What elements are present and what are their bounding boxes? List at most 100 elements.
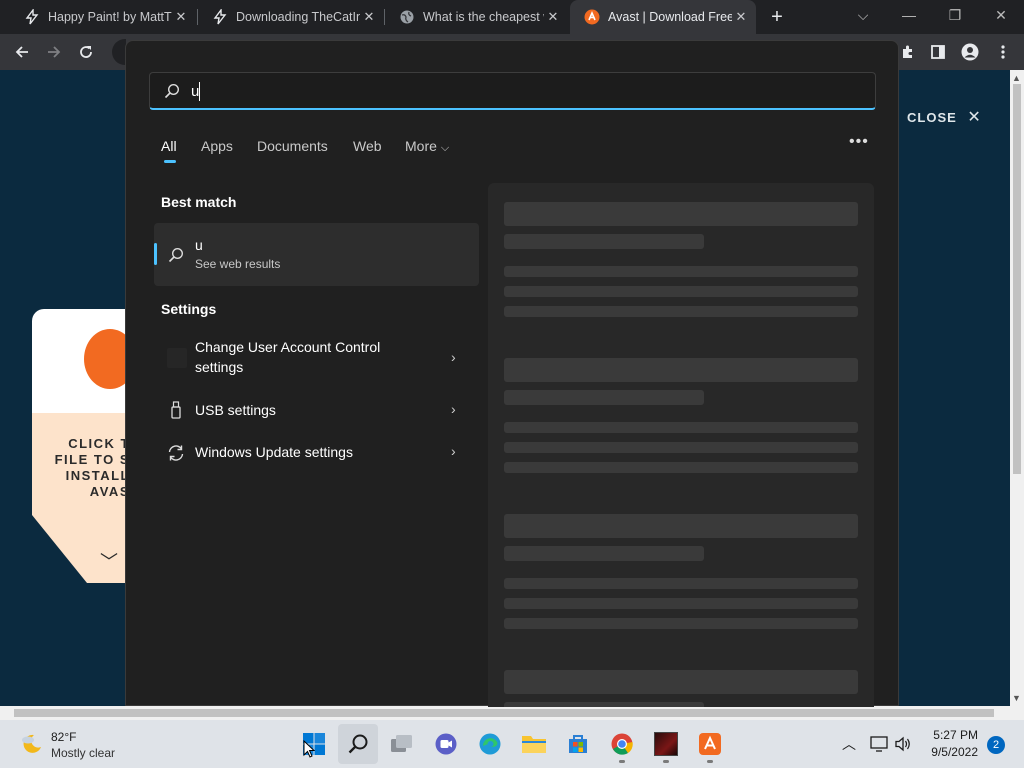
address-bar[interactable]: [112, 39, 126, 65]
close-overlay-link[interactable]: CLOSE ✕: [907, 107, 982, 127]
settings-item-uac[interactable]: Change User Account Control settings ›: [154, 331, 479, 387]
more-options-ellipsis-icon[interactable]: •••: [849, 133, 869, 151]
search-icon: [168, 247, 184, 263]
side-panel-icon[interactable]: [923, 34, 953, 70]
task-view-icon: [391, 735, 412, 752]
filter-all[interactable]: All: [161, 138, 177, 154]
settings-item-usb[interactable]: USB settings ›: [154, 393, 479, 429]
bolt-icon: [24, 9, 40, 25]
tab-close-icon[interactable]: ✕: [732, 9, 750, 25]
tab-happy-paint[interactable]: Happy Paint! by MattTi ✕: [10, 0, 196, 34]
moon-cloud-icon: [22, 734, 41, 753]
microsoft-store-button[interactable]: [558, 724, 598, 764]
settings-item-label: Windows Update settings: [195, 444, 353, 460]
search-icon: [348, 734, 368, 754]
scroll-down-arrow-icon[interactable]: ▼: [1012, 693, 1021, 703]
text-cursor: [199, 82, 200, 101]
filter-apps[interactable]: Apps: [201, 138, 233, 154]
minimize-button[interactable]: —: [886, 0, 932, 30]
clock-time: 5:27 PM: [933, 728, 978, 742]
volume-icon[interactable]: [894, 736, 912, 752]
back-arrow-icon: [15, 46, 28, 58]
page-vertical-scroll-thumb[interactable]: [1013, 84, 1021, 474]
edge-button[interactable]: [470, 724, 510, 764]
tab-avast[interactable]: Avast | Download Free ✕: [570, 0, 756, 34]
tab-search-chevron-icon[interactable]: ⌵: [840, 0, 886, 30]
forward-button[interactable]: [39, 34, 69, 70]
task-view-button[interactable]: [382, 724, 422, 764]
store-bag-icon: [569, 735, 587, 753]
page-horizontal-scroll-thumb[interactable]: [14, 709, 994, 717]
settings-item-label: Change User Account Control: [195, 339, 381, 355]
browser-tab-strip: Happy Paint! by MattTi ✕ Downloading The…: [0, 0, 1024, 34]
tab-title: What is the cheapest w: [423, 10, 544, 24]
folder-icon: [522, 736, 546, 753]
teams-chat-icon: [435, 733, 457, 755]
skeleton-bar: [504, 578, 858, 589]
skeleton-bar: [504, 202, 858, 226]
weather-description: Mostly clear: [51, 746, 116, 760]
close-label: CLOSE: [907, 110, 957, 125]
settings-item-label: USB settings: [195, 402, 276, 418]
chevron-down-icon: ⌵: [440, 142, 450, 154]
weather-widget[interactable]: 82°F Mostly clear: [8, 724, 128, 764]
file-explorer-button[interactable]: [514, 724, 554, 764]
taskbar-search-button[interactable]: [338, 724, 378, 764]
restore-button[interactable]: ❐: [932, 0, 978, 30]
notification-badge[interactable]: 2: [987, 736, 1005, 754]
close-window-button[interactable]: ✕: [978, 0, 1024, 30]
back-button[interactable]: [7, 34, 37, 70]
skeleton-bar: [504, 462, 858, 473]
chevron-down-icon: ﹀: [100, 552, 118, 572]
skeleton-bar: [504, 306, 858, 317]
new-tab-button[interactable]: +: [764, 6, 790, 28]
show-hidden-icons-chevron-icon[interactable]: ︿: [842, 734, 856, 754]
tab-close-icon[interactable]: ✕: [360, 9, 378, 25]
reload-icon: [80, 46, 92, 58]
best-match-subtitle: See web results: [195, 257, 281, 271]
tab-title: Happy Paint! by MattTi: [48, 10, 172, 24]
skeleton-bar: [504, 234, 704, 249]
teams-chat-button[interactable]: [426, 724, 466, 764]
tab-title: Downloading TheCatIn: [236, 10, 360, 24]
tab-close-icon[interactable]: ✕: [172, 9, 190, 25]
best-match-web-result[interactable]: u See web results: [154, 223, 479, 286]
settings-item-windows-update[interactable]: Windows Update settings ›: [154, 435, 479, 471]
skeleton-bar: [504, 358, 858, 382]
filter-web[interactable]: Web: [353, 138, 382, 154]
settings-item-label-line2: settings: [195, 359, 244, 375]
windows-search-flyout: u All Apps Documents Web More ⌵ ••• Best …: [125, 40, 899, 707]
skeleton-bar: [504, 442, 858, 453]
chevron-right-icon: ›: [451, 401, 456, 417]
network-monitor-icon[interactable]: [870, 736, 888, 752]
game-app-button[interactable]: [646, 724, 686, 764]
filter-more[interactable]: More ⌵: [405, 138, 449, 155]
reload-button[interactable]: [71, 34, 101, 70]
skeleton-bar: [504, 670, 858, 694]
avast-card-instructions: CLICK T FILE TO S INSTALL AVAS: [54, 436, 130, 499]
avast-installer-button[interactable]: [690, 724, 730, 764]
skeleton-bar: [504, 514, 858, 538]
clock[interactable]: 5:27 PM 9/5/2022: [918, 728, 978, 759]
kebab-menu-icon[interactable]: [988, 34, 1018, 70]
search-icon: [164, 83, 180, 99]
skeleton-bar: [504, 266, 858, 277]
preview-pane-loading: [488, 183, 874, 707]
search-input[interactable]: u: [149, 72, 876, 110]
tab-cheapest[interactable]: What is the cheapest w ✕: [385, 0, 568, 34]
skeleton-bar: [504, 598, 858, 609]
scroll-up-arrow-icon[interactable]: ▲: [1012, 73, 1021, 83]
bolt-icon: [212, 9, 228, 25]
forward-arrow-icon: [48, 46, 61, 58]
tab-downloading[interactable]: Downloading TheCatIn ✕: [198, 0, 384, 34]
filter-documents[interactable]: Documents: [257, 138, 328, 154]
skeleton-bar: [504, 286, 858, 297]
avast-icon: [584, 9, 600, 25]
uac-flag-icon: [167, 348, 187, 368]
running-indicator: [619, 760, 625, 763]
tab-close-icon[interactable]: ✕: [544, 9, 562, 25]
clock-date: 9/5/2022: [931, 745, 978, 759]
chrome-button[interactable]: [602, 724, 642, 764]
profile-avatar-icon[interactable]: [955, 34, 985, 70]
selection-indicator: [154, 243, 157, 265]
